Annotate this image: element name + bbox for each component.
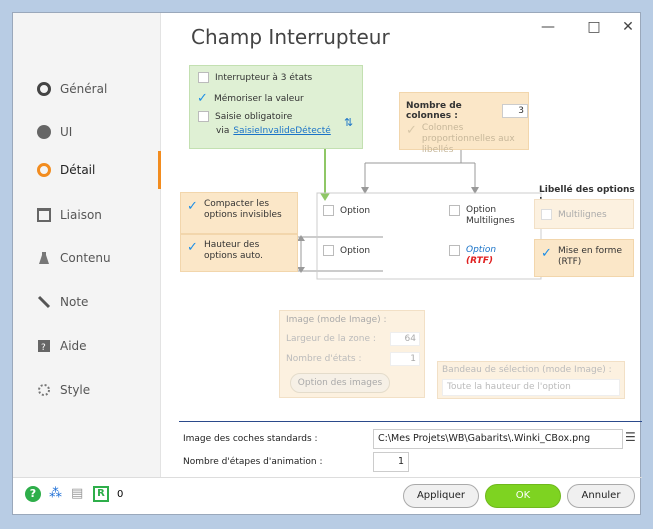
band-label: Bandeau de sélection (mode Image) :: [442, 365, 612, 375]
checkbox[interactable]: [541, 209, 552, 220]
cancel-button[interactable]: Annuler: [567, 484, 635, 508]
check-icon: ✓: [187, 199, 198, 214]
columns-input[interactable]: 3: [502, 104, 528, 118]
option-label: Compacter les options invisibles: [204, 199, 282, 220]
apply-button[interactable]: Appliquer: [403, 484, 479, 508]
preview-option-b[interactable]: Option: [323, 245, 370, 256]
check-icon: ✓: [541, 246, 552, 261]
compact-box: ✓ Compacter les options invisibles: [180, 192, 298, 234]
separator: [179, 421, 642, 422]
width-input[interactable]: 64: [390, 332, 420, 346]
option-label: Multilignes: [558, 209, 607, 220]
columns-box: Nombre de colonnes : 3 ✓ Colonnes propor…: [399, 92, 529, 155]
help-icon[interactable]: ?: [25, 486, 41, 502]
option-label: Colonnes proportionnelles aux libellés: [421, 123, 515, 155]
checkbox[interactable]: [198, 72, 209, 83]
rtf-box: ✓ Mise en forme (RTF): [534, 239, 634, 277]
image-mode-box: Image (mode Image) : Largeur de la zone …: [279, 310, 425, 398]
behaviour-box: Interrupteur à 3 états ✓ Mémoriser la va…: [189, 65, 363, 149]
grid-icon[interactable]: ▤: [71, 486, 83, 501]
states-label: Nombre d'états :: [286, 354, 362, 364]
image-mode-title: Image (mode Image) :: [286, 315, 387, 325]
option-label: Saisie obligatoire: [215, 111, 293, 122]
band-select[interactable]: Toute la hauteur de l'option: [442, 379, 620, 396]
footer-divider: [13, 477, 642, 478]
option-label: Option: [340, 245, 371, 256]
columns-row: Nombre de colonnes : 3: [406, 101, 528, 121]
band-box: Bandeau de sélection (mode Image) : Tout…: [437, 361, 625, 399]
r-icon[interactable]: R: [93, 486, 109, 502]
checkbox[interactable]: [323, 245, 334, 256]
checkbox[interactable]: [323, 205, 334, 216]
multiline-box: Multilignes: [534, 199, 634, 229]
check-icon: ✓: [197, 91, 208, 106]
remember-value-option[interactable]: ✓ Mémoriser la valeur: [197, 91, 304, 106]
compact-option[interactable]: ✓ Compacter les options invisibles: [187, 199, 290, 221]
option-label: Option Multilignes: [466, 205, 515, 226]
width-label: Largeur de la zone :: [286, 334, 376, 344]
auto-height-option[interactable]: ✓ Hauteur des options auto.: [187, 240, 284, 262]
proportional-option[interactable]: ✓ Colonnes proportionnelles aux libellés: [406, 123, 524, 156]
option-label: Option: [340, 205, 371, 216]
option-label: Mise en forme (RTF): [558, 246, 622, 267]
event-link[interactable]: SaisieInvalideDétecté: [233, 126, 330, 136]
network-icon[interactable]: ⁂: [49, 486, 62, 501]
option-label: Interrupteur à 3 états: [215, 72, 313, 83]
three-state-option[interactable]: Interrupteur à 3 états: [198, 72, 312, 83]
settings-icon[interactable]: ⇅: [344, 116, 353, 129]
dialog-window: Général UI Détail Liaison Contenu Note ?…: [12, 12, 642, 515]
checkbox[interactable]: [449, 205, 460, 216]
anim-label: Nombre d'étapes d'animation :: [183, 457, 323, 467]
required-option[interactable]: Saisie obligatoire: [198, 111, 292, 122]
anim-steps-input[interactable]: 1: [373, 452, 409, 472]
multiline-option[interactable]: Multilignes: [541, 209, 607, 220]
checkbox[interactable]: [449, 245, 460, 256]
menu-icon[interactable]: ☰: [625, 430, 636, 444]
rtf-option[interactable]: ✓ Mise en forme (RTF): [541, 246, 628, 268]
option-label: Mémoriser la valeur: [214, 93, 304, 104]
check-icon: ✓: [406, 123, 417, 138]
via-label: via: [216, 126, 230, 136]
image-options-button[interactable]: Option des images: [290, 373, 390, 393]
preview-option-d[interactable]: Option (RTF): [449, 245, 496, 267]
columns-label: Nombre de colonnes :: [406, 101, 462, 121]
check-icon: ✓: [187, 240, 198, 255]
status-count: 0: [117, 489, 124, 500]
states-input[interactable]: 1: [390, 352, 420, 366]
check-images-label: Image des coches standards :: [183, 434, 318, 444]
preview-option-c[interactable]: Option Multilignes: [449, 205, 515, 227]
option-label: Hauteur des options auto.: [204, 240, 263, 261]
check-images-field[interactable]: C:\Mes Projets\WB\Gabarits\.Winki_CBox.p…: [373, 429, 623, 449]
checkbox[interactable]: [198, 111, 209, 122]
preview-option-a[interactable]: Option: [323, 205, 370, 216]
ok-button[interactable]: OK: [485, 484, 561, 508]
height-box: ✓ Hauteur des options auto.: [180, 234, 298, 272]
via-line: via SaisieInvalideDétecté: [216, 126, 331, 136]
option-label: Option (RTF): [466, 245, 497, 266]
